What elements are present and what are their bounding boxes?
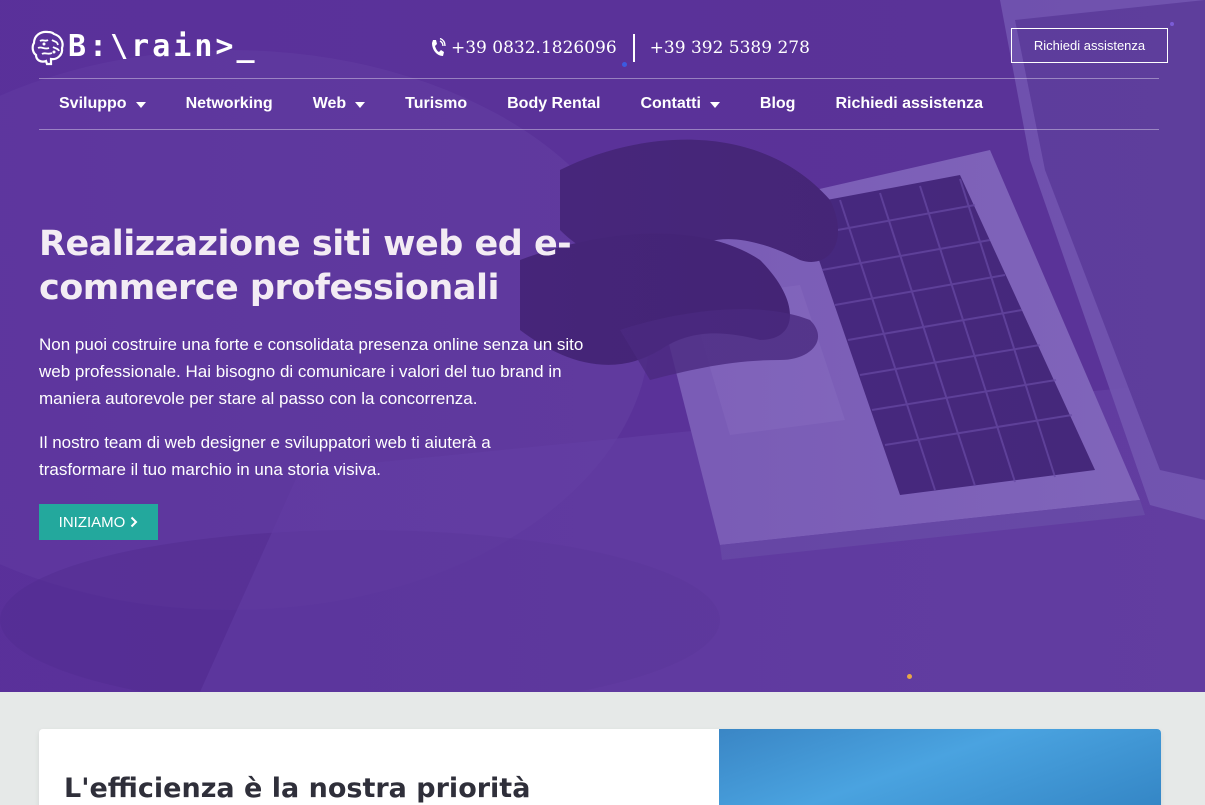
nav-item-contatti[interactable]: Contatti xyxy=(640,95,720,113)
nav-item-label: Contatti xyxy=(640,95,701,112)
iniziamo-button[interactable]: INIZIAMO xyxy=(39,504,158,540)
main-navigation: Sviluppo Networking Web Turismo Body Ren… xyxy=(39,79,983,129)
nav-item-label: Sviluppo xyxy=(59,95,127,112)
hero-title: Realizzazione siti web ed e-commerce pro… xyxy=(39,224,572,308)
phone-numbers: +39 0832.1826096 +39 392 5389 278 xyxy=(430,34,810,62)
phone-icon xyxy=(432,38,446,56)
nav-item-turismo[interactable]: Turismo xyxy=(405,95,467,113)
phone-number-2[interactable]: +39 392 5389 278 xyxy=(650,38,810,58)
nav-item-sviluppo[interactable]: Sviluppo xyxy=(59,95,146,113)
cta-label: INIZIAMO xyxy=(58,513,126,531)
decorative-dot xyxy=(1170,22,1174,26)
section-title: L'efficienza è la nostra priorità xyxy=(64,773,531,804)
phone-number-1[interactable]: +39 0832.1826096 xyxy=(451,38,617,58)
hero-section: B:\rain>_ +39 0832.1826096 +39 392 5389 … xyxy=(0,0,1205,692)
site-logo[interactable]: B:\rain>_ xyxy=(30,28,258,66)
nav-item-label: Body Rental xyxy=(507,95,601,112)
nav-item-label: Web xyxy=(312,95,347,112)
nav-item-label: Turismo xyxy=(405,95,468,112)
chevron-down-icon xyxy=(355,102,366,108)
nav-item-web[interactable]: Web xyxy=(312,95,366,113)
brain-logo-icon xyxy=(31,30,64,66)
decorative-dot xyxy=(622,62,627,67)
nav-item-label: Richiedi assistenza xyxy=(835,95,984,112)
phone-separator xyxy=(632,34,635,62)
request-assistance-button[interactable]: Richiedi assistenza xyxy=(1011,28,1168,63)
logo-text: B:\rain>_ xyxy=(68,29,258,64)
nav-bottom-divider xyxy=(39,129,1159,130)
chevron-down-icon xyxy=(709,102,720,108)
chevron-right-icon xyxy=(131,516,138,528)
hero-paragraph-1: Non puoi costruire una forte e consolida… xyxy=(39,335,584,408)
efficiency-card: L'efficienza è la nostra priorità xyxy=(39,729,1161,805)
nav-item-networking[interactable]: Networking xyxy=(186,95,273,113)
nav-item-richiedi-assistenza[interactable]: Richiedi assistenza xyxy=(835,95,983,113)
decorative-dot xyxy=(907,674,912,679)
section-image xyxy=(719,729,1161,805)
nav-item-blog[interactable]: Blog xyxy=(760,95,796,113)
nav-item-label: Networking xyxy=(185,95,273,112)
hero-paragraph-2: Il nostro team di web designer e svilupp… xyxy=(39,433,491,479)
nav-item-label: Blog xyxy=(759,95,796,112)
chevron-down-icon xyxy=(135,102,146,108)
nav-item-body-rental[interactable]: Body Rental xyxy=(507,95,600,113)
